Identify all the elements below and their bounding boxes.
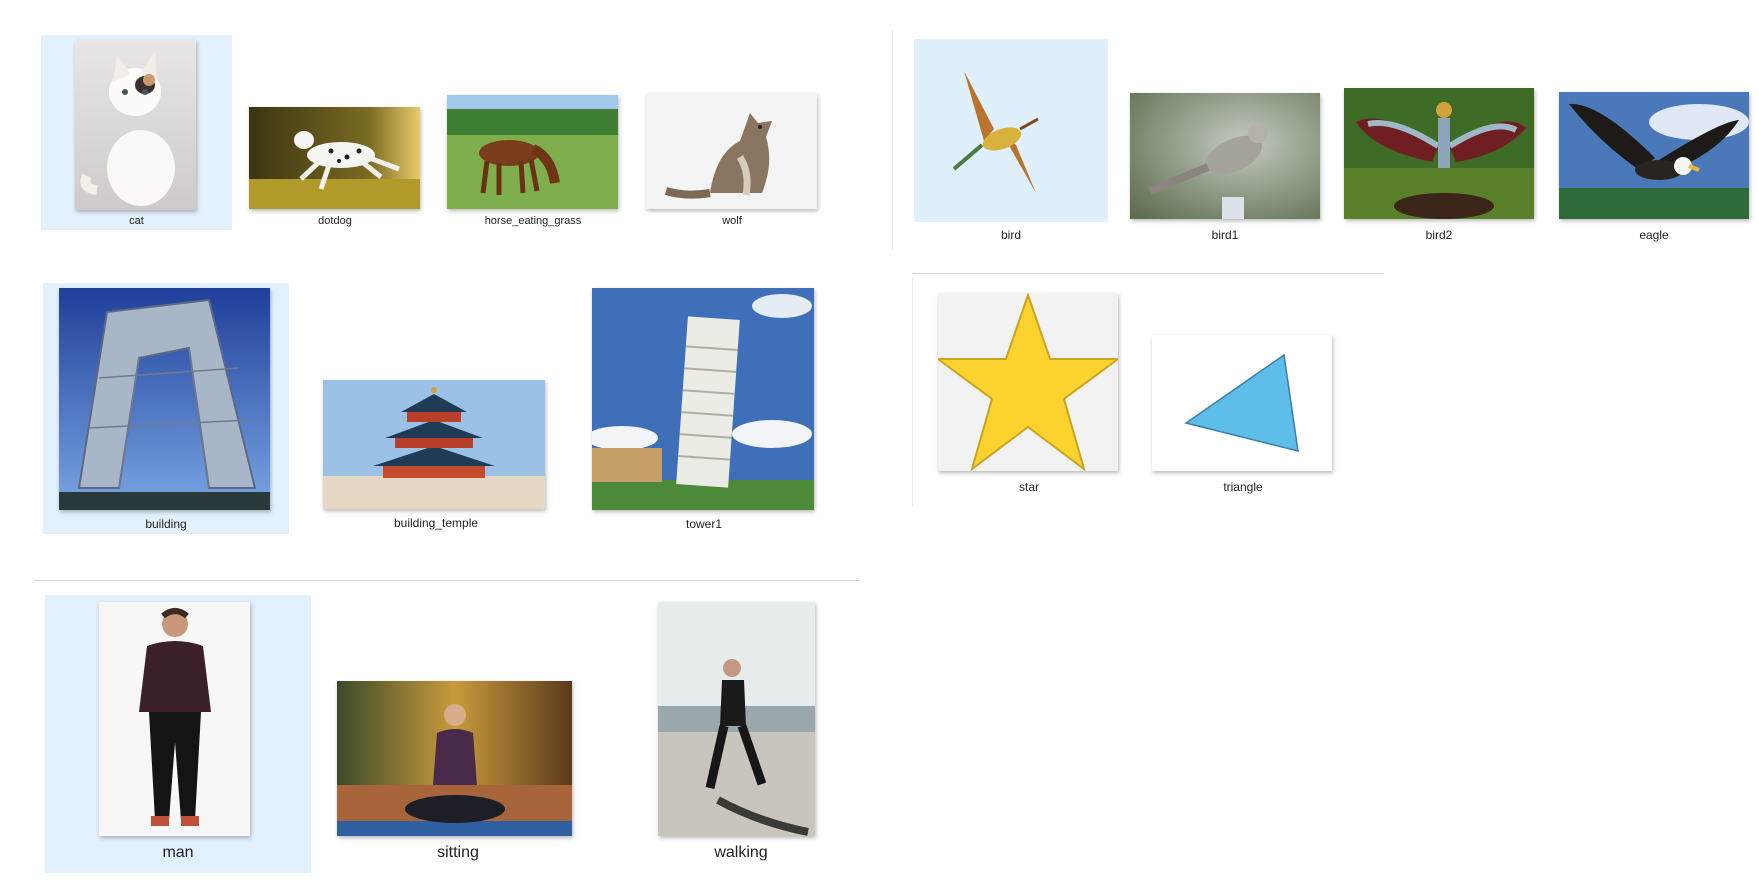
- file-name-horse-eating-grass: horse_eating_grass: [484, 215, 582, 227]
- thumbnail-man: [99, 602, 250, 836]
- file-name-building: building: [145, 517, 187, 531]
- thumbnail-building-temple: [323, 380, 545, 509]
- file-tile-building[interactable]: building: [43, 283, 289, 534]
- thumbnail-eagle: [1559, 92, 1749, 219]
- file-tile-bird2[interactable]: bird2: [1342, 85, 1536, 245]
- file-name-cat: cat: [129, 215, 144, 227]
- file-name-eagle: eagle: [1639, 228, 1669, 242]
- file-tile-eagle[interactable]: eagle: [1557, 89, 1751, 245]
- file-name-bird1: bird1: [1211, 228, 1239, 242]
- file-name-man: man: [162, 844, 194, 861]
- file-name-bird2: bird2: [1425, 228, 1453, 242]
- file-name-star: star: [1018, 480, 1039, 494]
- file-tile-wolf[interactable]: wolf: [641, 88, 823, 230]
- thumbnail-cat: [75, 40, 196, 210]
- file-name-dotdog: dotdog: [318, 215, 352, 227]
- column-divider-mid: [912, 278, 913, 506]
- thumbnail-horse-eating-grass: [447, 95, 618, 209]
- file-tile-walking[interactable]: walking: [652, 595, 830, 873]
- file-name-triangle: triangle: [1223, 480, 1263, 494]
- thumbnail-bird2: [1344, 88, 1534, 219]
- file-tile-cat[interactable]: cat: [41, 35, 232, 230]
- file-name-tower1: tower1: [685, 517, 723, 531]
- thumbnail-wolf: [646, 93, 817, 209]
- file-name-building-temple: building_temple: [393, 516, 479, 530]
- thumbnail-tower1: [592, 288, 814, 510]
- file-tile-sitting[interactable]: sitting: [332, 675, 584, 873]
- file-tile-dotdog[interactable]: dotdog: [244, 90, 426, 230]
- file-name-sitting: sitting: [437, 844, 479, 861]
- thumbnail-building: [59, 288, 270, 510]
- file-tile-triangle[interactable]: triangle: [1146, 331, 1340, 499]
- thumbnail-sitting: [337, 681, 572, 836]
- thumbnail-bird1: [1130, 93, 1320, 219]
- group-divider-people: [34, 580, 859, 581]
- thumbnail-dotdog: [249, 107, 420, 209]
- file-name-walking: walking: [714, 844, 768, 861]
- column-divider-top: [892, 30, 893, 250]
- file-tile-star[interactable]: star: [932, 289, 1126, 499]
- file-tile-bird[interactable]: bird: [914, 39, 1108, 242]
- thumbnail-walking: [658, 602, 815, 836]
- thumbnail-triangle: [1152, 335, 1332, 471]
- file-tile-man[interactable]: man: [45, 595, 311, 873]
- file-tile-horse-eating-grass[interactable]: horse_eating_grass: [442, 90, 624, 230]
- file-tile-building-temple[interactable]: building_temple: [318, 376, 554, 534]
- thumbnail-bird: [916, 41, 1106, 220]
- file-name-wolf: wolf: [722, 215, 742, 227]
- file-tile-bird1[interactable]: bird1: [1128, 90, 1322, 245]
- thumbnail-star: [938, 293, 1118, 471]
- file-tile-tower1[interactable]: tower1: [586, 283, 822, 534]
- group-divider-shapes: [912, 273, 1384, 274]
- file-name-bird: bird: [1000, 228, 1021, 242]
